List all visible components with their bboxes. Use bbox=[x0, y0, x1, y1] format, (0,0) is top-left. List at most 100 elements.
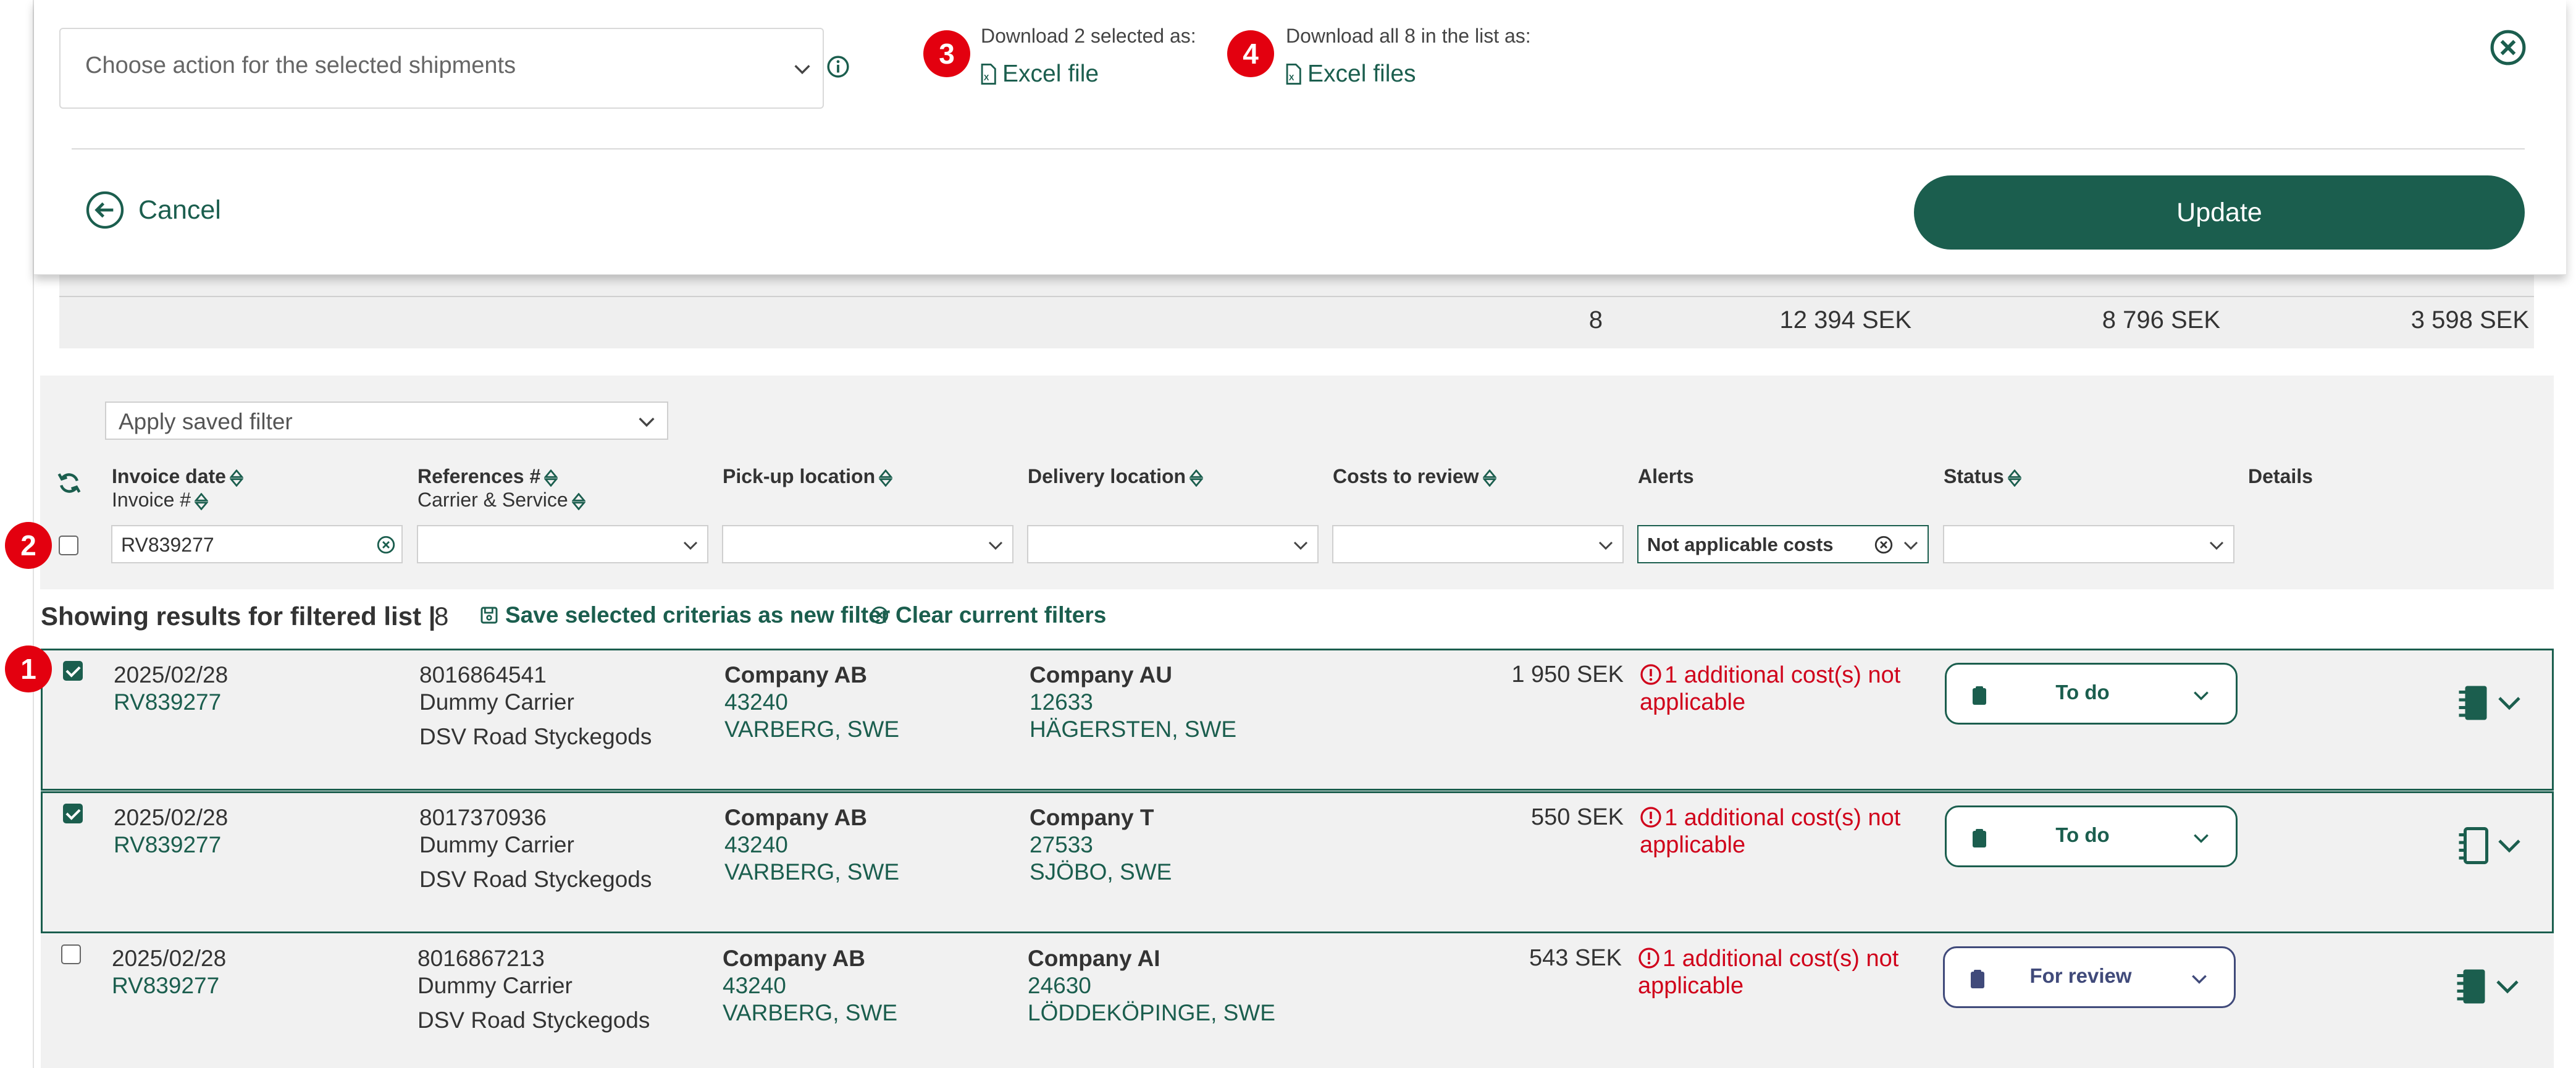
service-name: DSV Road Styckegods bbox=[419, 867, 652, 892]
totals-divider bbox=[59, 296, 2534, 297]
sort-icon bbox=[1189, 469, 1204, 487]
invoice-cell: 2025/02/28 RV839277 bbox=[112, 945, 226, 999]
download-selected-excel-link[interactable]: X Excel file bbox=[979, 61, 1099, 88]
chevron-down-icon bbox=[988, 541, 1003, 550]
delivery-company: Company AI bbox=[1028, 946, 1160, 971]
save-icon bbox=[480, 607, 498, 624]
column-delivery[interactable]: Delivery location bbox=[1028, 465, 1204, 488]
invoice-number[interactable]: RV839277 bbox=[112, 972, 226, 999]
column-costs[interactable]: Costs to review bbox=[1333, 465, 1496, 488]
chevron-down-icon bbox=[2496, 980, 2519, 994]
cost-value: 1 950 SEK bbox=[1511, 662, 1624, 687]
download-all-excel-link[interactable]: X Excel files bbox=[1284, 61, 1416, 88]
status-filter-select[interactable] bbox=[1943, 525, 2234, 563]
sort-icon bbox=[2007, 469, 2021, 487]
cancel-label: Cancel bbox=[138, 195, 221, 225]
svg-text:X: X bbox=[984, 73, 989, 82]
invoice-number[interactable]: RV839277 bbox=[114, 689, 228, 716]
alert-text-line2: applicable bbox=[1638, 973, 1744, 999]
alerts-filter-select[interactable]: Not applicable costs bbox=[1637, 525, 1929, 563]
clipboard-icon bbox=[1971, 970, 1984, 988]
carrier-name: Dummy Carrier bbox=[419, 689, 574, 715]
chevron-down-icon bbox=[2498, 697, 2520, 710]
chevron-down-icon bbox=[683, 541, 698, 550]
row-checkbox[interactable] bbox=[63, 661, 83, 681]
chevron-down-icon bbox=[794, 65, 810, 75]
costs-filter-select[interactable] bbox=[1332, 525, 1624, 563]
table-row[interactable]: 2025/02/28 RV839277 8016864541 Dummy Car… bbox=[41, 649, 2554, 791]
invoice-filter-input[interactable]: RV839277 bbox=[111, 525, 403, 563]
alert-text-line1: 1 additional cost(s) not bbox=[1663, 946, 1899, 972]
column-references[interactable]: References # Carrier & Service bbox=[417, 465, 585, 511]
refresh-icon[interactable] bbox=[56, 469, 83, 497]
download-selected-link-label: Excel file bbox=[1002, 61, 1099, 87]
details-toggle[interactable] bbox=[2456, 968, 2522, 1005]
references-cell: 8016867213 Dummy Carrier DSV Road Stycke… bbox=[417, 945, 650, 1034]
status-dropdown[interactable]: For review bbox=[1943, 946, 2236, 1008]
column-alerts: Alerts bbox=[1638, 465, 1694, 488]
status-label: To do bbox=[2055, 823, 2110, 846]
status-dropdown[interactable]: To do bbox=[1945, 663, 2238, 725]
delivery-cell: Company AI 24630 LÖDDEKÖPINGE, SWE bbox=[1028, 945, 1275, 1027]
delivery-cell: Company T 27533 SJÖBO, SWE bbox=[1030, 804, 1172, 886]
saved-filter-placeholder: Apply saved filter bbox=[119, 409, 293, 434]
column-status[interactable]: Status bbox=[1944, 465, 2021, 488]
update-button[interactable]: Update bbox=[1914, 175, 2525, 250]
references-cell: 8016864541 Dummy Carrier DSV Road Stycke… bbox=[419, 662, 652, 751]
delivery-filter-select[interactable] bbox=[1027, 525, 1319, 563]
details-toggle[interactable] bbox=[2457, 827, 2524, 864]
total-shipments: 8 bbox=[1588, 306, 1603, 334]
references-filter-select[interactable] bbox=[417, 525, 708, 563]
column-details-label: Details bbox=[2248, 465, 2313, 487]
clear-icon[interactable] bbox=[375, 534, 396, 555]
total-col3: 3 598 SEK bbox=[2410, 306, 2529, 334]
column-pickup[interactable]: Pick-up location bbox=[723, 465, 893, 488]
invoice-date: 2025/02/28 bbox=[112, 946, 227, 971]
details-doc-icon bbox=[2459, 686, 2487, 720]
sort-icon bbox=[544, 469, 558, 487]
delivery-cell: Company AU 12633 HÄGERSTEN, SWE bbox=[1030, 662, 1236, 743]
back-arrow-icon bbox=[86, 191, 124, 229]
saved-filter-select[interactable]: Apply saved filter bbox=[105, 402, 668, 440]
pickup-company: Company AB bbox=[724, 662, 867, 687]
step-badge-1: 1 bbox=[5, 645, 52, 692]
column-invoice[interactable]: Invoice date Invoice # bbox=[112, 465, 243, 511]
alert-message: 1 additional cost(s) not applicable bbox=[1638, 945, 1934, 999]
pickup-zip: 43240 bbox=[723, 973, 786, 998]
step-badge-3: 3 bbox=[923, 30, 970, 77]
chevron-down-icon bbox=[2209, 541, 2224, 550]
cancel-button[interactable]: Cancel bbox=[85, 190, 221, 230]
chevron-down-icon bbox=[2194, 691, 2209, 700]
sort-icon bbox=[571, 493, 585, 510]
results-title: Showing results for filtered list | bbox=[41, 602, 436, 631]
clear-icon bbox=[870, 606, 889, 624]
info-icon[interactable] bbox=[826, 55, 850, 78]
save-filter-link[interactable]: Save selected criterias as new filter bbox=[479, 602, 890, 628]
delivery-city: LÖDDEKÖPINGE, SWE bbox=[1028, 1000, 1275, 1025]
delivery-company: Company T bbox=[1030, 805, 1154, 830]
row-checkbox[interactable] bbox=[63, 804, 83, 823]
alert-text-line2: applicable bbox=[1640, 689, 1746, 715]
row-checkbox[interactable] bbox=[61, 944, 81, 964]
column-delivery-label: Delivery location bbox=[1028, 465, 1186, 487]
details-toggle[interactable] bbox=[2457, 684, 2524, 721]
pickup-zip: 43240 bbox=[724, 689, 788, 715]
alert-icon bbox=[1640, 664, 1661, 685]
excel-file-icon: X bbox=[981, 64, 996, 85]
clear-icon[interactable] bbox=[1873, 534, 1894, 555]
clear-filters-link[interactable]: Clear current filters bbox=[870, 602, 1106, 628]
cost-value: 543 SEK bbox=[1529, 945, 1622, 971]
action-select[interactable]: Choose action for the selected shipments bbox=[59, 28, 824, 109]
invoice-date: 2025/02/28 bbox=[114, 805, 229, 830]
invoice-number[interactable]: RV839277 bbox=[114, 831, 228, 859]
select-all-checkbox[interactable] bbox=[59, 536, 78, 555]
close-icon[interactable] bbox=[2489, 28, 2527, 67]
pickup-filter-select[interactable] bbox=[722, 525, 1013, 563]
column-pickup-label: Pick-up location bbox=[723, 465, 876, 487]
table-row[interactable]: 2025/02/28 RV839277 8016867213 Dummy Car… bbox=[41, 934, 2554, 1068]
status-dropdown[interactable]: To do bbox=[1945, 805, 2238, 867]
table-row[interactable]: 2025/02/28 RV839277 8017370936 Dummy Car… bbox=[41, 791, 2554, 933]
status-label: For review bbox=[2029, 964, 2132, 987]
reference-number: 8016867213 bbox=[417, 946, 545, 971]
details-doc-icon bbox=[2459, 827, 2488, 864]
